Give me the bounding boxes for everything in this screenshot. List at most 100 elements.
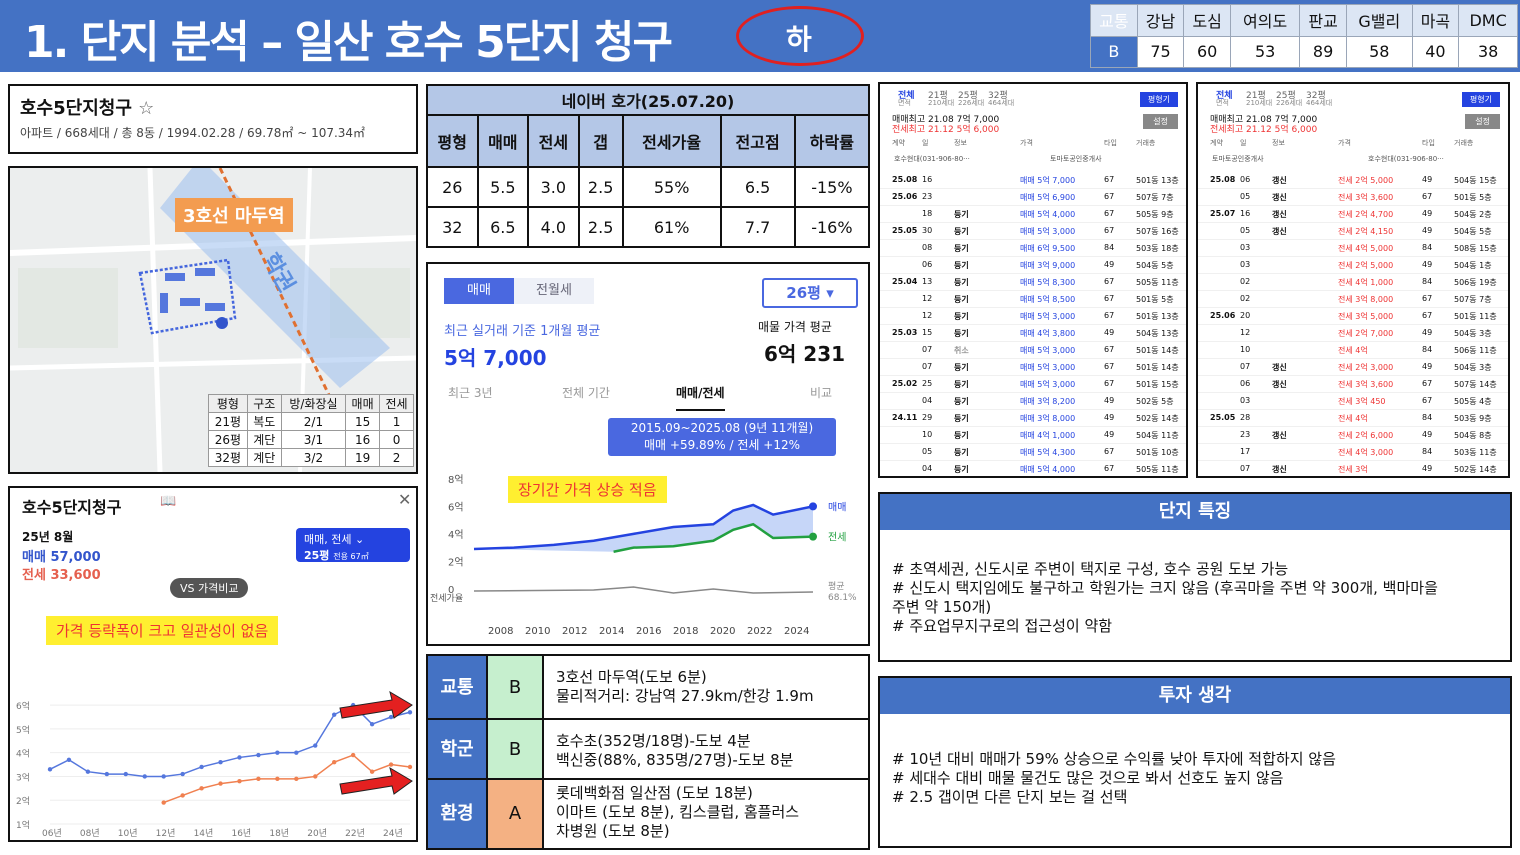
deal-row[interactable]: 17 전세 4억 3,000 84 503동 11층 [1198, 444, 1508, 461]
deal-row[interactable]: 25.08 06 갱신 전세 2억 5,000 49 504동 15층 [1198, 172, 1508, 189]
deal-cell: 49 [1422, 175, 1433, 184]
deal-row[interactable]: 03 전세 2억 5,000 49 504동 1층 [1198, 257, 1508, 274]
chart-type-dropdown[interactable]: 매매, 전세 ⌄ 25평 전용 67㎡ [296, 528, 410, 562]
size-select[interactable]: 26평 ▾ [762, 278, 858, 308]
deal-cell: 등기 [954, 363, 969, 372]
deal-row[interactable]: 02 전세 4억 1,000 84 506동 19층 [1198, 274, 1508, 291]
deal-cell: 49 [1422, 209, 1433, 218]
deal-cell: 84 [1422, 277, 1433, 286]
chart-month: 25년 8월 [22, 530, 74, 544]
deal-cell: 갱신 [1272, 227, 1287, 236]
deal-row[interactable]: 07 등기 매매 5억 3,000 67 501동 14층 [880, 359, 1186, 376]
deal-cell: 504동 8층 [1454, 431, 1492, 440]
settings-button[interactable]: 설정 [1143, 114, 1178, 129]
tab-sale[interactable]: 매매 [444, 278, 514, 304]
map-panel[interactable]: 3호선 마두역 학권 평형 구조 방/화장실 매매 전세 21평 복도 2/1 15 1 26평 계… [8, 166, 418, 474]
deal-row[interactable]: 23 갱신 전세 2억 6,000 49 504동 8층 [1198, 427, 1508, 444]
deal-col-header: 일 [1240, 139, 1247, 147]
deal-row[interactable]: 04 등기 매매 3억 8,200 49 502동 5층 [880, 393, 1186, 410]
deal-row[interactable]: 12 등기 매매 5억 3,000 67 501동 13층 [880, 308, 1186, 325]
traffic-val-3: 53 [1230, 35, 1301, 68]
settings-button[interactable]: 설정 [1465, 114, 1500, 129]
deal-col-header: 가격 [1338, 139, 1351, 147]
deal-row[interactable]: 25.02 25 등기 매매 5억 3,000 67 501동 15층 [880, 376, 1186, 393]
data-point [407, 764, 413, 770]
deal-cell: 03 [1240, 260, 1251, 269]
x-tick-label: 08년 [80, 828, 100, 839]
deal-row[interactable]: 18 등기 매매 5억 4,000 67 505동 9층 [880, 206, 1186, 223]
deal-row[interactable]: 02 전세 3억 8,000 67 507동 7층 [1198, 291, 1508, 308]
unit-cell: 15 [345, 412, 381, 431]
deal-cell: 504동 2층 [1454, 210, 1492, 219]
data-point [142, 774, 147, 779]
tab-rent[interactable]: 전월세 [514, 278, 594, 304]
deal-row[interactable]: 24.11 29 등기 매매 3억 8,000 49 502동 14층 [880, 410, 1186, 427]
subtab-all[interactable]: 전체 기간 [562, 384, 610, 401]
deal-cell: 505동 11층 [1136, 465, 1179, 474]
score-detail-line: 롯데백화점 일산점 (도보 18분) [556, 784, 753, 802]
price-chart-card: 호수5단지청구 📖 ✕ 25년 8월 매매 57,000 전세 33,600 V… [8, 486, 418, 842]
recent-value: 5억 7,000 [444, 346, 547, 370]
deal-row[interactable]: 07 갱신 전세 2억 3,000 49 504동 3층 [1198, 359, 1508, 376]
deal-col-header: 거래층 [1136, 139, 1156, 147]
x-tick-label: 2024 [784, 626, 809, 637]
deal-cell: 등기 [954, 227, 969, 236]
subtab-compare[interactable]: 비교 [810, 384, 832, 401]
deal-row[interactable]: 05 갱신 전세 3억 3,600 67 501동 5층 [1198, 189, 1508, 206]
subtab-sale-jeonse[interactable]: 매매/전세 [676, 384, 725, 411]
deal-row[interactable]: 25.04 13 등기 매매 5억 8,300 67 505동 11층 [880, 274, 1186, 291]
deal-row[interactable]: 10 등기 매매 4억 1,000 49 504동 11층 [880, 427, 1186, 444]
deal-cell: 49 [1104, 413, 1115, 422]
book-icon[interactable]: 📖 [160, 494, 176, 509]
deal-row[interactable]: 07 갱신 전세 3억 49 502동 14층 [1198, 461, 1508, 476]
deal-row[interactable]: 03 전세 3억 450 67 505동 4층 [1198, 393, 1508, 410]
deal-row[interactable]: 12 전세 2억 7,000 49 504동 3층 [1198, 325, 1508, 342]
deal-row[interactable]: 25.08 16 매매 5억 7,000 67 501동 13층 [880, 172, 1186, 189]
deal-cell: 507동 7층 [1136, 193, 1174, 202]
deal-row[interactable]: 25.06 20 전세 3억 5,000 67 501동 11층 [1198, 308, 1508, 325]
deal-row[interactable]: 25.03 15 등기 매매 4억 3,800 49 504동 13층 [880, 325, 1186, 342]
deal-cell: 25.05 [892, 226, 918, 235]
high-jeonse: 전세최고 21.12 5억 6,000 [892, 125, 1000, 135]
area-button[interactable]: 평형기 [1461, 92, 1500, 107]
deal-row[interactable]: 10 전세 4억 84 506동 11층 [1198, 342, 1508, 359]
deal-cell: 67 [1104, 175, 1115, 184]
deal-cell: 갱신 [1272, 176, 1287, 185]
data-point [388, 714, 394, 720]
deal-row[interactable]: 25.05 30 등기 매매 5억 3,000 67 507동 16층 [880, 223, 1186, 240]
deal-cell: 501동 14층 [1136, 346, 1179, 355]
data-point [199, 786, 204, 791]
deal-cell: 전세 3억 8,000 [1338, 295, 1394, 304]
deal-row[interactable]: 12 등기 매매 5억 8,500 67 501동 5층 [880, 291, 1186, 308]
sales-deals-panel[interactable]: 전체 21평 25평 32평 면적 210세대 226세대 464세대 평형기 설정 매매최고 21… [878, 82, 1188, 478]
deal-cell: 04 [922, 396, 933, 405]
data-point [256, 776, 261, 782]
deal-row[interactable]: 08 등기 매매 6억 9,500 84 503동 18층 [880, 240, 1186, 257]
deal-row[interactable]: 05 갱신 전세 2억 4,150 49 504동 5층 [1198, 223, 1508, 240]
deal-row[interactable]: 25.07 16 갱신 전세 2억 4,700 49 504동 2층 [1198, 206, 1508, 223]
jeonse-deals-panel[interactable]: 전체 21평 25평 32평 면적 210세대 226세대 464세대 평형기 설정 매매최고 21… [1196, 82, 1510, 478]
star-icon[interactable]: ☆ [138, 98, 154, 119]
close-icon[interactable]: ✕ [398, 490, 411, 509]
deal-row[interactable]: 25.05 28 전세 4억 84 503동 9층 [1198, 410, 1508, 427]
deal-cell: 등기 [954, 431, 969, 440]
deal-cell: 84 [1104, 243, 1115, 252]
score-detail-line: 물리적거리: 강남역 27.9km/한강 1.9m [556, 687, 814, 705]
data-point [123, 771, 128, 777]
deal-row[interactable]: 25.06 23 매매 5억 6,900 67 507동 7층 [880, 189, 1186, 206]
deal-row[interactable]: 03 전세 4억 5,000 84 508동 15층 [1198, 240, 1508, 257]
x-tick-label: 2012 [562, 626, 587, 637]
deal-subtab: 226세대 [1276, 99, 1303, 107]
deal-row[interactable]: 06 갱신 전세 3억 3,600 67 507동 14층 [1198, 376, 1508, 393]
deal-row[interactable]: 06 등기 매매 3억 9,000 49 504동 5층 [880, 257, 1186, 274]
deal-cell: 16 [922, 175, 933, 184]
deal-row[interactable]: 05 등기 매매 5억 4,300 67 501동 10층 [880, 444, 1186, 461]
deal-cell: 07 [922, 362, 933, 371]
unit-header: 매매 [345, 394, 381, 413]
deal-cell: 49 [1422, 328, 1433, 337]
deal-row[interactable]: 07 취소 매매 5억 3,000 67 501동 14층 [880, 342, 1186, 359]
x-tick-label: 12년 [156, 828, 176, 839]
subtab-3y[interactable]: 최근 3년 [448, 384, 493, 401]
area-button[interactable]: 평형기 [1139, 92, 1178, 107]
deal-row[interactable]: 04 등기 매매 5억 4,000 67 505동 11층 [880, 461, 1186, 476]
